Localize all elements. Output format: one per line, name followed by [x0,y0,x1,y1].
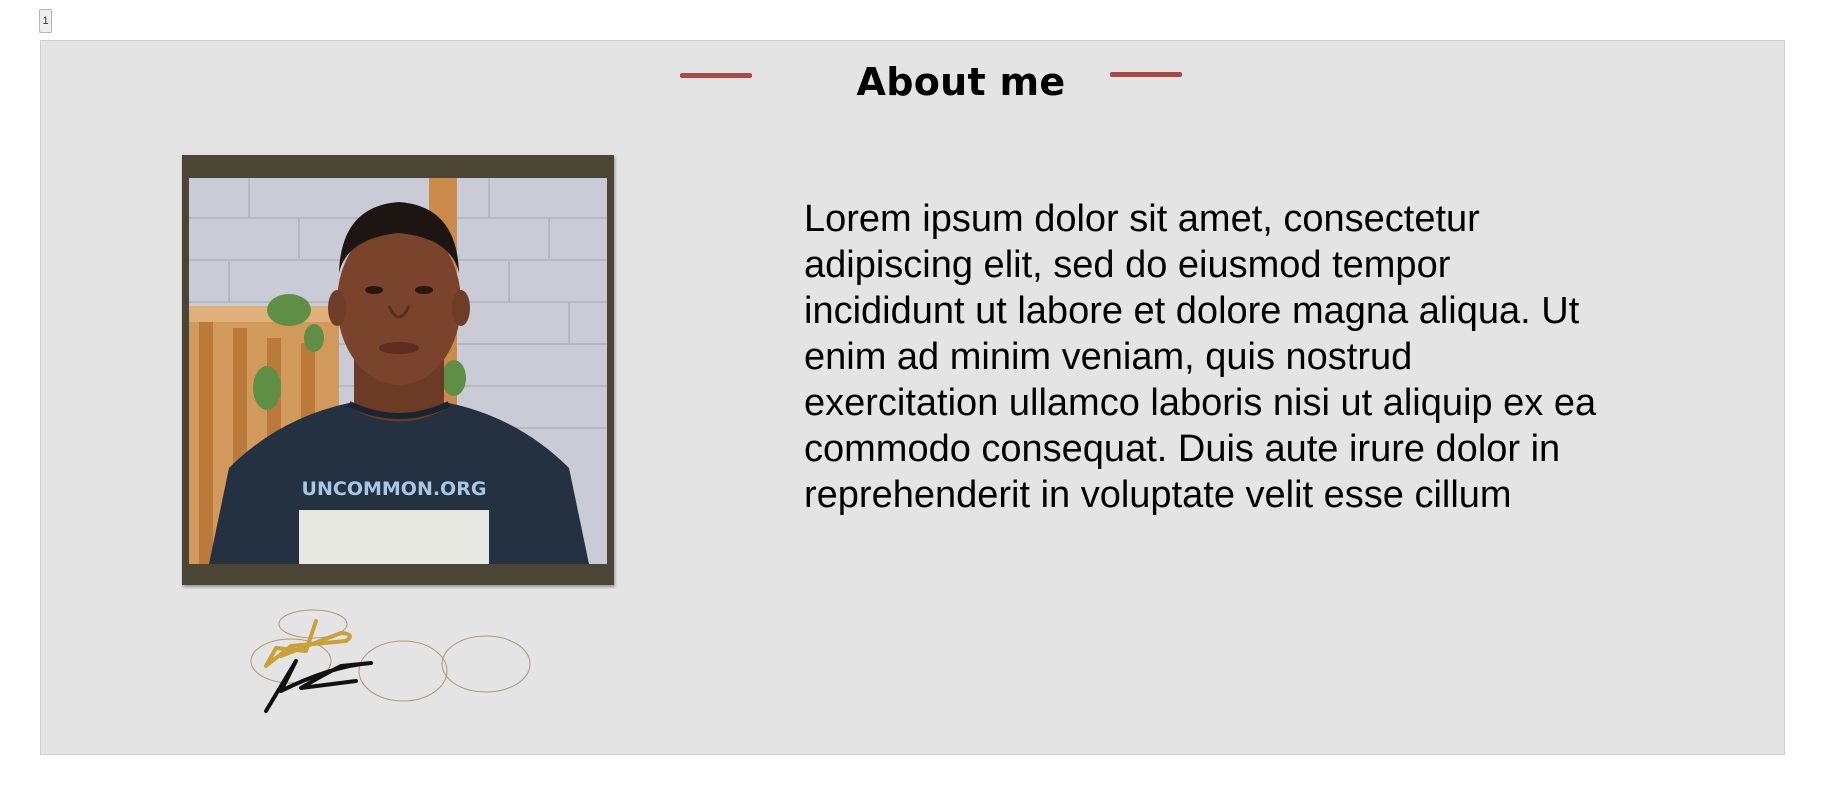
title-accent-line-right [1110,72,1182,77]
profile-photo: UNCOMMON.ORG [189,178,607,564]
slide-canvas: About me UNCOMMON.ORG Lorem ipsum dolor … [40,40,1785,755]
profile-photo-frame: UNCOMMON.ORG [182,155,614,585]
slide-title: About me [856,60,1066,104]
page-number-badge[interactable]: 1 [39,9,52,33]
about-body-text: Lorem ipsum dolor sit amet, consectetur … [804,198,1597,516]
signature-image [221,606,541,721]
shirt-print-text: UNCOMMON.ORG [302,478,487,500]
